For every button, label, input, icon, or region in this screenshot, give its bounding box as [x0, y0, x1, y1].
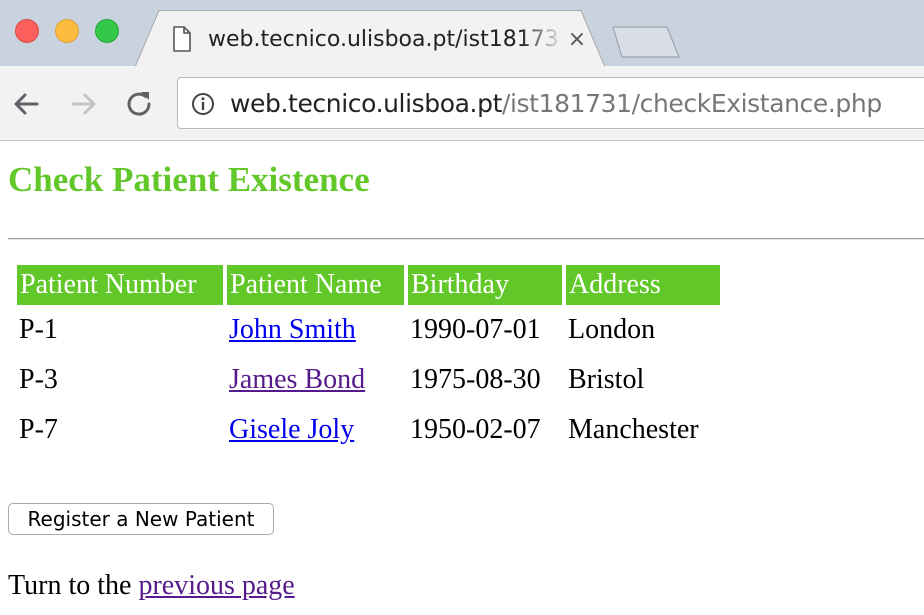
- patient-birthday: 1975-08-30: [410, 364, 541, 395]
- address-bar-url[interactable]: web.tecnico.ulisboa.pt/ist181731/checkEx…: [230, 86, 882, 122]
- table-header-row: Patient Number Patient Name Birthday Add…: [17, 265, 720, 305]
- page-title: Check Patient Existence: [8, 160, 370, 199]
- patient-name-cell: James Bond: [227, 355, 404, 405]
- column-header: Patient Name: [227, 265, 404, 305]
- patient-address: Bristol: [568, 364, 645, 395]
- footer-prefix-text: Turn to the: [8, 570, 139, 601]
- table-row: P-7 Gisele Joly 1950-02-07 Manchester: [17, 405, 720, 455]
- window-minimize-button[interactable]: [55, 19, 79, 43]
- table-row: P-1 John Smith 1990-07-01 London: [17, 305, 720, 355]
- reload-icon[interactable]: [123, 88, 155, 120]
- column-header: Birthday: [408, 265, 562, 305]
- patient-address: London: [568, 314, 656, 345]
- patient-number: P-1: [19, 314, 58, 345]
- patient-name-link[interactable]: Gisele Joly: [229, 414, 354, 445]
- patient-address: Manchester: [568, 414, 699, 445]
- document-icon: [173, 26, 191, 52]
- patient-name-link[interactable]: John Smith: [229, 314, 356, 345]
- patient-name-cell: John Smith: [227, 305, 404, 355]
- patient-name-link[interactable]: James Bond: [229, 364, 365, 395]
- back-arrow-icon[interactable]: [10, 88, 42, 120]
- patient-number: P-7: [19, 414, 58, 445]
- horizontal-rule: [8, 238, 924, 240]
- new-tab-button[interactable]: [612, 26, 680, 58]
- patient-number: P-3: [19, 364, 58, 395]
- patients-table: Patient Number Patient Name Birthday Add…: [13, 265, 724, 455]
- info-icon[interactable]: [191, 92, 215, 116]
- url-host: web.tecnico.ulisboa.pt: [230, 89, 502, 118]
- patient-birthday: 1990-07-01: [410, 314, 541, 345]
- patient-birthday: 1950-02-07: [410, 414, 541, 445]
- forward-arrow-icon[interactable]: [68, 88, 100, 120]
- column-header: Patient Number: [17, 265, 223, 305]
- window-maximize-button[interactable]: [95, 19, 119, 43]
- register-new-patient-button[interactable]: Register a New Patient: [8, 503, 274, 535]
- window-close-button[interactable]: [15, 19, 39, 43]
- patient-name-cell: Gisele Joly: [227, 405, 404, 455]
- tab-close-icon[interactable]: ×: [566, 26, 588, 54]
- footer-navigation: Turn to the previous page: [8, 568, 295, 604]
- tab-title[interactable]: web.tecnico.ulisboa.pt/ist181731/checkEx…: [208, 25, 563, 55]
- table-row: P-3 James Bond 1975-08-30 Bristol: [17, 355, 720, 405]
- column-header: Address: [566, 265, 720, 305]
- url-path: /ist181731/checkExistance.php: [501, 89, 882, 118]
- page-content: Check Patient Existence Patient Number P…: [0, 141, 924, 615]
- previous-page-link[interactable]: previous page: [138, 570, 294, 601]
